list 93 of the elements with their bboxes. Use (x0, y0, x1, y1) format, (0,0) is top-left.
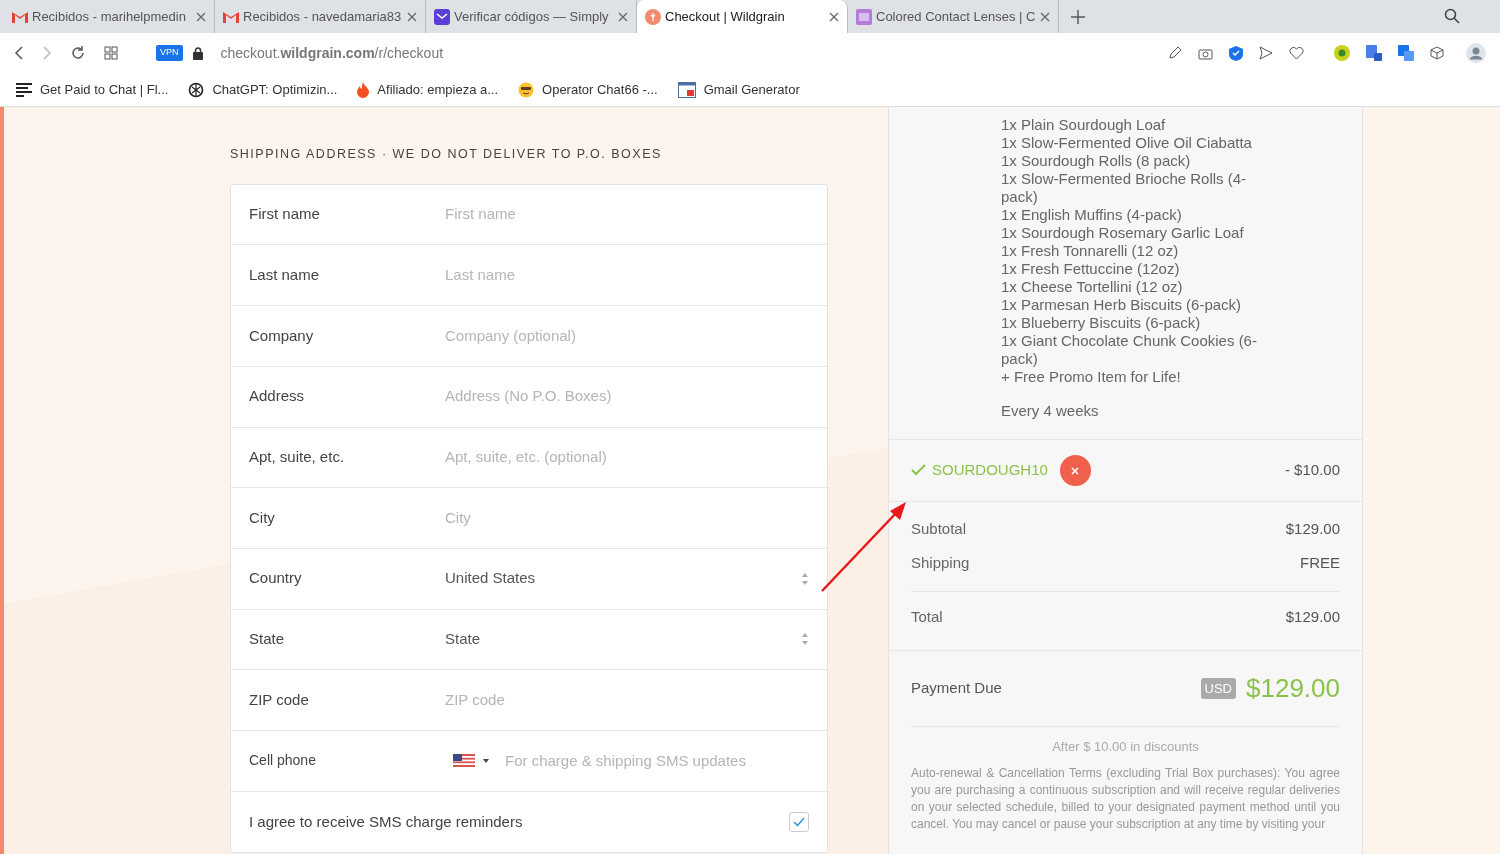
field-label: Apt, suite, etc. (249, 447, 346, 468)
order-item: 1x Cheese Tortellini (12 oz) (1001, 278, 1184, 296)
summary-value: $129.00 (1285, 518, 1340, 539)
edit-icon[interactable] (1168, 46, 1182, 60)
coupon-code: SOURDOUGH10 (932, 459, 1048, 480)
field-label: Last name (249, 265, 321, 286)
mail-icon (434, 8, 450, 25)
vpn-badge[interactable]: VPN (156, 45, 183, 61)
payment-due-label: Payment Due (911, 678, 1002, 699)
address-bar[interactable]: checkout.wildgrain.com/r/checkout (220, 42, 444, 64)
country-picker[interactable] (453, 754, 489, 768)
close-icon[interactable] (196, 11, 206, 22)
order-item: 1x Fresh Fettuccine (12oz) (1001, 260, 1181, 278)
remove-coupon-button[interactable] (1059, 454, 1091, 486)
order-item: 1x Slow-Fermented Olive Oil Ciabatta (1001, 134, 1253, 152)
discount-note: After $ 10.00 in discounts (911, 726, 1340, 757)
order-item: 1x Plain Sourdough Loaf (1001, 116, 1167, 134)
browser-tab[interactable]: Checkout | Wildgrain (637, 0, 848, 33)
field-label: Cell phone (249, 751, 317, 771)
order-item: 1x English Muffins (4-pack) (1001, 206, 1183, 224)
total-value: $129.00 (1285, 606, 1340, 627)
order-item: + Free Promo Item for Life! (1001, 368, 1182, 386)
checkbox-label: I agree to receive SMS charge reminders (249, 811, 523, 832)
select-field[interactable]: United States (445, 567, 809, 590)
grid-icon[interactable] (104, 46, 118, 60)
order-item: 1x Sourdough Rolls (8 pack) (1001, 152, 1192, 170)
input-field[interactable]: ZIP code (445, 688, 809, 712)
bookmark[interactable]: Operator Chat66 -... (518, 79, 658, 100)
order-item: 1x Blueberry Biscuits (6-pack) (1001, 314, 1202, 332)
bookmark[interactable]: ChatGPT: Optimizin... (188, 79, 338, 100)
reload-icon[interactable] (70, 45, 86, 61)
new-tab-icon[interactable] (1071, 10, 1085, 24)
input-field[interactable]: Company (optional) (445, 324, 809, 348)
sort-arrows-icon (801, 571, 809, 586)
site-icon (645, 8, 661, 25)
close-icon[interactable] (618, 11, 628, 22)
cube-icon[interactable] (1430, 46, 1444, 60)
avatar-icon[interactable] (1466, 43, 1486, 63)
order-item: 1x Fresh Tonnarelli (12 oz) (1001, 242, 1180, 260)
close-icon (1071, 467, 1080, 476)
bookmark[interactable]: Get Paid to Chat | Fl... (16, 79, 169, 100)
close-icon[interactable] (829, 11, 839, 22)
input-field[interactable]: First name (445, 203, 809, 226)
heart-icon[interactable] (1289, 46, 1304, 60)
field-label: Company (249, 325, 315, 346)
caret-icon (483, 758, 489, 763)
camera-icon[interactable] (1198, 46, 1213, 60)
shield-icon[interactable] (1229, 45, 1243, 61)
field-label: ZIP code (249, 689, 310, 710)
section-heading: SHIPPING ADDRESS · WE DO NOT DELIVER TO P.O. BOXES (230, 146, 663, 163)
field-label: Country (249, 568, 303, 589)
field-label: First name (249, 204, 321, 225)
order-item: 1x Giant Chocolate Chunk Cookies (6-pack) (1001, 332, 1258, 368)
payment-due-amount: $129.00 (1246, 672, 1340, 705)
field-label: State (249, 629, 286, 650)
check-icon (911, 464, 926, 476)
close-icon[interactable] (1040, 11, 1050, 22)
smiley-icon (518, 81, 535, 98)
flame-icon (357, 81, 370, 98)
field-label: Address (249, 386, 306, 407)
sort-arrows-icon (801, 632, 809, 647)
back-icon[interactable] (14, 46, 24, 60)
total-label: Total (911, 606, 943, 627)
bookmark[interactable]: Gmail Generator (677, 79, 800, 100)
site-icon (856, 8, 872, 25)
lock-icon[interactable] (192, 46, 203, 60)
discount-amount: - $10.00 (1284, 459, 1340, 480)
currency-badge: USD (1200, 677, 1236, 700)
send-icon[interactable] (1259, 46, 1273, 60)
field-label: City (249, 507, 276, 528)
delivery-frequency: Every 4 weeks (889, 386, 1362, 440)
summary-value: FREE (1300, 553, 1340, 573)
phone-input[interactable]: For charge & shipping SMS updates (505, 749, 809, 773)
summary-label: Subtotal (911, 518, 967, 539)
order-item: 1x Parmesan Herb Biscuits (6-pack) (1001, 296, 1243, 314)
input-field[interactable]: Address (No P.O. Boxes) (445, 385, 809, 408)
close-icon[interactable] (407, 11, 417, 22)
input-field[interactable]: City (445, 506, 809, 530)
bookmark[interactable]: Afiliado: empieza a... (357, 79, 499, 100)
input-field[interactable]: Last name (445, 264, 809, 287)
checkbox[interactable] (789, 811, 809, 832)
mail-icon (223, 10, 239, 23)
search-icon[interactable] (1444, 8, 1460, 24)
mail-icon (12, 10, 28, 23)
window-icon (677, 81, 696, 98)
terms-text: Auto-renewal & Cancellation Terms (excluding Trial Box purchases): You agree you are purchasing a continuous subscription and will receive regular deliveries on your selected schedule, billed to your designated payment method until you cancel. You may cancel or pause your subscription at any time by visiting your (910, 764, 1341, 833)
order-item: 1x Slow-Fermented Brioche Rolls (4-pack) (1001, 170, 1248, 206)
select-field[interactable]: State (445, 628, 809, 651)
order-item: 1x Sourdough Rosemary Garlic Loaf (1001, 224, 1245, 242)
check-icon (793, 816, 805, 827)
summary-label: Shipping (911, 553, 970, 573)
input-field[interactable]: Apt, suite, etc. (optional) (445, 446, 809, 469)
menu-icon (16, 82, 32, 97)
